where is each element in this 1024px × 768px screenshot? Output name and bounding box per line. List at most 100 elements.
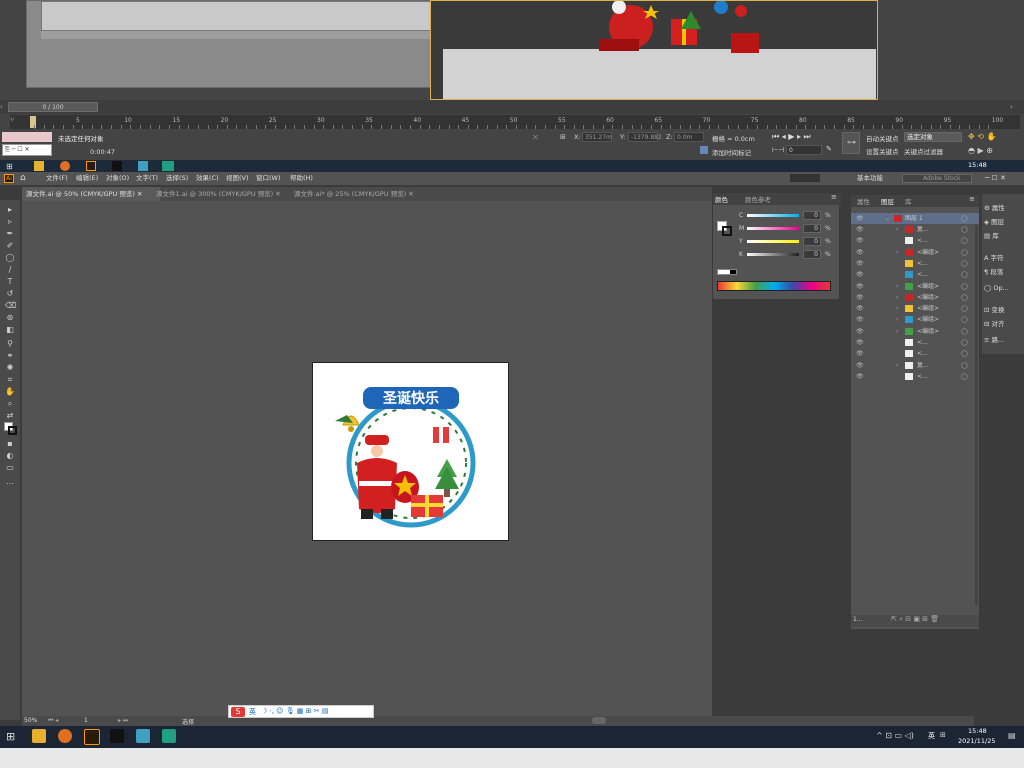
visibility-eye-icon[interactable]: 👁 bbox=[856, 360, 864, 371]
symbol-tool-icon[interactable]: ✺ bbox=[5, 364, 15, 372]
visibility-eye-icon[interactable]: 👁 bbox=[856, 281, 864, 292]
target-circle-icon[interactable]: ◯ bbox=[961, 224, 968, 235]
visibility-eye-icon[interactable]: 👁 bbox=[856, 292, 864, 303]
notes-taskbar-icon[interactable] bbox=[136, 729, 150, 743]
eyedropper-tool-icon[interactable]: ⚲ bbox=[5, 340, 15, 348]
absolute-mode-icon[interactable]: ⊞ bbox=[560, 133, 566, 141]
direct-select-tool-icon[interactable]: ▹ bbox=[5, 218, 15, 226]
visibility-eye-icon[interactable]: 👁 bbox=[856, 258, 864, 269]
layers-menu-icon[interactable]: ≡ bbox=[969, 195, 975, 203]
time-slider[interactable]: 0 / 100 bbox=[8, 102, 98, 112]
tab-source-25[interactable]: 源文件.ai* @ 25% (CMYK/GPU 预览) ✕ bbox=[290, 187, 436, 201]
nav-controls-icon[interactable]: ✥ ⟲ ✋ bbox=[968, 132, 996, 141]
menu-item[interactable]: 选择(S) bbox=[166, 172, 188, 185]
visibility-eye-icon[interactable]: 👁 bbox=[856, 337, 864, 348]
terminal-taskbar-icon[interactable] bbox=[110, 729, 124, 743]
paintbrush-tool-icon[interactable]: ∕ bbox=[5, 266, 15, 274]
dock-item[interactable]: ¶ 段落 bbox=[984, 266, 1024, 278]
layer-row[interactable]: 👁 <... ◯ bbox=[851, 337, 979, 348]
tab-libraries[interactable]: 库 bbox=[905, 196, 912, 206]
layer-row[interactable]: 👁 › <编组> ◯ bbox=[851, 247, 979, 258]
browser-icon[interactable] bbox=[60, 161, 70, 171]
layer-row[interactable]: 👁 <... ◯ bbox=[851, 235, 979, 246]
current-frame-field[interactable]: 0 bbox=[786, 145, 822, 155]
zoom-level[interactable]: 50% bbox=[24, 717, 37, 724]
timeline-right-arrow[interactable]: › bbox=[1010, 103, 1013, 111]
eraser-tool-icon[interactable]: ⌫ bbox=[5, 302, 16, 310]
time-marker[interactable] bbox=[30, 116, 36, 128]
expand-arrow-icon[interactable]: › bbox=[896, 281, 898, 292]
color-mode-icon[interactable]: ▪ bbox=[5, 440, 15, 448]
channel-slider[interactable] bbox=[747, 240, 799, 243]
target-circle-icon[interactable]: ◯ bbox=[961, 247, 968, 258]
tab-color-guide[interactable]: 颜色参考 bbox=[745, 194, 771, 204]
notifications-icon[interactable]: ▤ bbox=[1008, 731, 1016, 740]
time-config-icon[interactable]: ✎ bbox=[826, 145, 832, 153]
layer-row[interactable]: 👁 <... ◯ bbox=[851, 258, 979, 269]
channel-slider[interactable] bbox=[747, 253, 799, 256]
channel-value-field[interactable]: 0 bbox=[803, 237, 821, 246]
visibility-eye-icon[interactable]: 👁 bbox=[856, 269, 864, 280]
zoom-tool-icon[interactable]: ⌕ bbox=[5, 400, 15, 408]
pen-tool-icon[interactable]: ✒ bbox=[5, 230, 15, 238]
illustrator-taskbar-icon[interactable] bbox=[84, 729, 100, 745]
layers-scrollbar[interactable] bbox=[975, 225, 978, 605]
expand-arrow-icon[interactable]: › bbox=[896, 224, 898, 235]
draw-mode-icon[interactable]: ◐ bbox=[5, 452, 15, 460]
channel-slider[interactable] bbox=[747, 227, 799, 230]
curvature-tool-icon[interactable]: ✐ bbox=[5, 242, 15, 250]
home-icon[interactable]: ⌂ bbox=[20, 173, 26, 183]
layer-row[interactable]: 👁 › 复... ◯ bbox=[851, 224, 979, 235]
expand-arrow-icon[interactable]: › bbox=[896, 303, 898, 314]
rotate-tool-icon[interactable]: ↺ bbox=[5, 290, 15, 298]
y-coord-field[interactable]: -1379.882 bbox=[628, 132, 662, 142]
layer-row[interactable]: 👁 <... ◯ bbox=[851, 348, 979, 359]
set-key-button[interactable]: 设置关键点 bbox=[866, 146, 899, 156]
blend-tool-icon[interactable]: ⚭ bbox=[5, 352, 15, 360]
target-circle-icon[interactable]: ◯ bbox=[961, 337, 968, 348]
selected-object-dropdown[interactable]: 选定对象 bbox=[904, 132, 962, 142]
horizontal-scrollbar[interactable] bbox=[592, 717, 606, 724]
ellipse-tool-icon[interactable]: ◯ bbox=[5, 254, 15, 262]
target-circle-icon[interactable]: ◯ bbox=[961, 258, 968, 269]
visibility-eye-icon[interactable]: 👁 bbox=[856, 371, 864, 382]
artboard-number[interactable]: 1 bbox=[84, 717, 88, 724]
target-circle-icon[interactable]: ◯ bbox=[961, 235, 968, 246]
layer-row[interactable]: 👁 › 复... ◯ bbox=[851, 360, 979, 371]
dock-item[interactable]: ◈ 图层 bbox=[984, 216, 1024, 228]
warp-tool-icon[interactable]: ⊛ bbox=[5, 314, 15, 322]
visibility-eye-icon[interactable]: 👁 bbox=[856, 348, 864, 359]
tab-source-50[interactable]: 源文件.ai @ 50% (CMYK/GPU 预览) ✕ bbox=[22, 187, 160, 201]
tab-layers[interactable]: 图层 bbox=[881, 196, 894, 206]
layer-row[interactable]: 👁 › <编组> ◯ bbox=[851, 326, 979, 337]
illustrator-icon[interactable] bbox=[86, 161, 96, 171]
dock-item[interactable]: ≡ 路... bbox=[984, 334, 1024, 346]
ime-tray-icon[interactable]: ⊞ bbox=[940, 731, 946, 739]
menu-item[interactable]: 视图(V) bbox=[226, 172, 249, 185]
expand-arrow-icon[interactable]: › bbox=[896, 360, 898, 371]
hand-tool-icon[interactable]: ✋ bbox=[5, 388, 15, 396]
artboard-nav-prev[interactable]: ⏮ ◂ bbox=[48, 717, 58, 725]
target-circle-icon[interactable]: ◯ bbox=[961, 281, 968, 292]
target-circle-icon[interactable]: ◯ bbox=[961, 348, 968, 359]
layers-footer-icons[interactable]: ⇱ ⌕ ⊟ ▣ ⊞ 🗑 bbox=[891, 615, 939, 624]
visibility-eye-icon[interactable]: 👁 bbox=[856, 247, 864, 258]
tray-icons[interactable]: ^ ⊡ ▭ ◁) bbox=[876, 731, 914, 740]
stroke-swatch[interactable] bbox=[8, 426, 17, 435]
menu-item[interactable]: 帮助(H) bbox=[290, 172, 313, 185]
panel-menu-icon[interactable]: ≡ bbox=[831, 193, 837, 201]
target-circle-icon[interactable]: ◯ bbox=[961, 360, 968, 371]
terminal-icon[interactable] bbox=[112, 161, 122, 171]
x-coord-field[interactable]: 351.27m bbox=[582, 132, 612, 142]
visibility-eye-icon[interactable]: 👁 bbox=[856, 224, 864, 235]
maxscript-listener[interactable] bbox=[2, 132, 52, 142]
key-mode-icon[interactable]: ⊢⊣ bbox=[772, 146, 784, 154]
visibility-eye-icon[interactable]: 👁 bbox=[856, 326, 864, 337]
taskbar-date[interactable]: 2021/11/25 bbox=[958, 737, 995, 745]
layer-row[interactable]: 👁 › <编组> ◯ bbox=[851, 281, 979, 292]
dock-item[interactable]: A 字符 bbox=[984, 252, 1024, 264]
tab-source1-300[interactable]: 源文件1.ai @ 300% (CMYK/GPU 预览) ✕ bbox=[152, 187, 298, 201]
target-circle-icon[interactable]: ◯ bbox=[961, 269, 968, 280]
file-explorer-icon[interactable] bbox=[32, 729, 46, 743]
set-key-big-button[interactable]: ⊶ bbox=[842, 132, 860, 154]
